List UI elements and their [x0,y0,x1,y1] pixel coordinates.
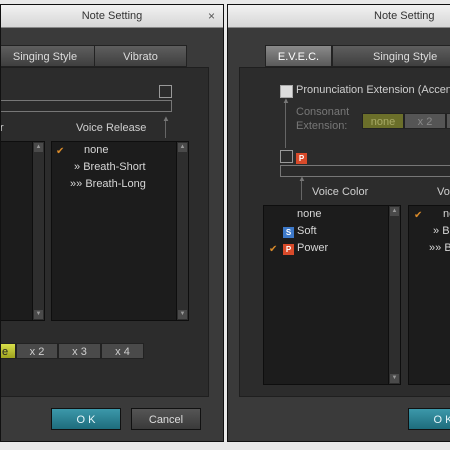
window-titlebar: Note Setting [228,5,450,28]
list-item[interactable]: P Power [283,242,328,255]
tab-evec[interactable]: E.V.E.C. [265,45,332,67]
up-arrow-icon: ▲ [162,114,170,123]
option-label: e [1,346,9,358]
item-prefix: »» [429,242,442,254]
list-item[interactable]: »» Br [429,242,450,254]
close-icon[interactable]: × [208,5,215,27]
scroll-down-icon[interactable]: ▼ [390,374,399,383]
consonant-label: Consonant [296,106,350,118]
ok-button[interactable]: O K [408,408,450,430]
button-label: O K [433,414,450,426]
option-label: x 3 [72,346,87,358]
button-label: Cancel [148,414,184,426]
consonant-label-2: Extension: [296,120,348,132]
item-label: no [443,208,450,220]
soft-icon: S [283,227,294,238]
item-label: Breath-Long [85,178,146,190]
settings-panel: Pronunciation Extension (Accen Consonant… [239,67,450,397]
note-setting-window-right: Note Setting E.V.E.C. Singing Style Pron… [227,4,450,442]
tab-singing-style[interactable]: Singing Style [332,45,450,67]
tab-label: Singing Style [12,51,78,63]
cancel-button[interactable]: Cancel [131,408,201,430]
second-list[interactable]: ✔ no » Br »» Br [408,205,450,385]
multiplier-option[interactable]: x 3 [58,343,101,359]
item-label: none [84,144,109,156]
consonant-option[interactable]: none [362,113,404,129]
scroll-up-icon[interactable]: ▲ [178,143,187,152]
list-item[interactable]: S Soft [283,225,317,238]
power-badge: P [296,151,310,164]
item-label: Br [442,225,450,237]
extension-bar [1,100,172,112]
voice-color-scrollbar[interactable]: ▲ ▼ [388,206,400,384]
list-item[interactable]: none [297,208,321,220]
scroll-down-icon[interactable]: ▼ [178,310,187,319]
option-label: x 4 [115,346,130,358]
power-icon: P [283,244,294,255]
voice-color-list[interactable]: none S Soft ✔ P Power ▲ ▼ [263,205,401,385]
list-item[interactable]: no [443,208,450,220]
tab-label: E.V.E.C. [277,51,320,63]
settings-panel: r Voice Release ▲ ▲ ▼ ✔ none » Breath-Sh… [0,67,209,397]
item-label: Power [297,242,329,254]
voice-release-header: Voice Release [76,122,147,134]
left-list[interactable]: ▲ ▼ [1,141,45,321]
option-label: x 2 [29,346,45,358]
window-title: Note Setting [81,10,143,22]
window-titlebar: Note Setting × [1,5,223,28]
list-item[interactable]: none [72,144,108,156]
window-title: Note Setting [374,10,435,22]
item-label: Br [444,242,450,254]
connector-line [301,180,302,200]
voice-release-list[interactable]: ✔ none » Breath-Short »» Breath-Long ▲ ▼ [51,141,189,321]
tab-singing-style[interactable]: Singing Style [1,45,95,67]
pronunciation-label: Pronunciation Extension (Accen [296,84,450,96]
checkmark-icon: ✔ [414,210,423,221]
item-label: none [297,208,322,220]
item-label: Breath-Short [83,161,146,173]
note-setting-window-left: Note Setting × Singing Style Vibrato r V… [0,4,224,442]
power-checkbox[interactable] [280,150,293,163]
item-prefix: » [433,225,440,237]
consonant-option[interactable]: x 2 [404,113,446,129]
item-prefix: » [74,161,81,173]
consonant-option[interactable] [446,113,450,129]
second-list-header: Vo [437,186,450,198]
multiplier-option[interactable]: x 2 [16,343,58,359]
ok-button[interactable]: O K [51,408,121,430]
option-label: none [370,116,396,128]
list-item[interactable]: » Breath-Short [74,161,146,173]
tab-label: Singing Style [373,51,438,63]
voice-color-header: Voice Color [312,186,369,198]
checkmark-icon: ✔ [56,146,65,157]
left-list-scrollbar[interactable]: ▲ ▼ [32,142,44,320]
checkmark-icon: ✔ [269,244,278,255]
item-label: Soft [297,225,317,237]
up-arrow-icon: ▲ [282,96,290,105]
list-item[interactable]: » Br [433,225,450,237]
power-icon: P [296,153,307,164]
button-label: O K [76,414,96,426]
tab-vibrato[interactable]: Vibrato [94,45,187,67]
scroll-up-icon[interactable]: ▲ [34,143,43,152]
voice-release-scrollbar[interactable]: ▲ ▼ [176,142,188,320]
multiplier-option[interactable]: x 4 [101,343,144,359]
list-item[interactable]: »» Breath-Long [70,178,146,190]
enable-checkbox[interactable] [159,85,172,98]
left-list-header: r [0,122,4,134]
up-arrow-icon: ▲ [298,174,306,183]
scroll-down-icon[interactable]: ▼ [34,310,43,319]
tab-label: Vibrato [123,51,158,63]
connector-line [285,102,286,148]
option-label: x 2 [417,116,433,128]
scroll-up-icon[interactable]: ▲ [390,207,399,216]
multiplier-option[interactable]: e [1,343,16,359]
item-prefix: »» [70,178,83,190]
